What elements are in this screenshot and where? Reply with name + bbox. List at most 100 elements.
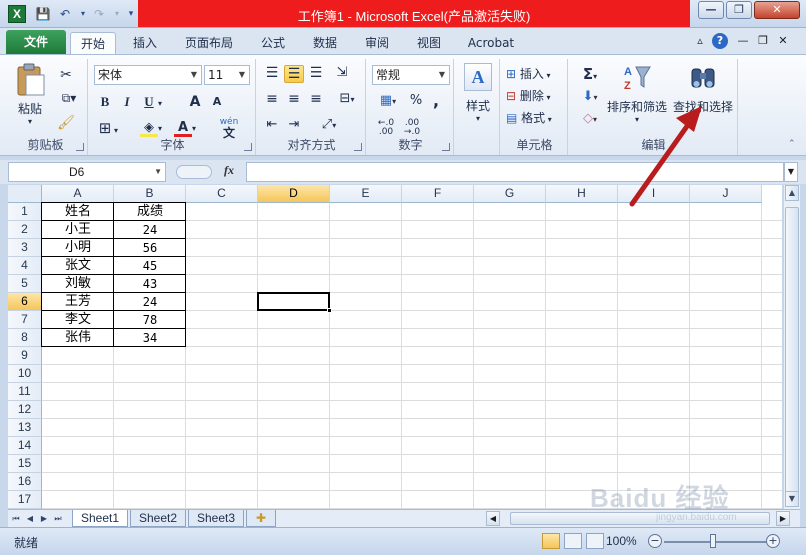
zoom-in-icon[interactable]: + xyxy=(766,534,780,548)
active-cell-selection[interactable] xyxy=(257,292,332,313)
italic-button[interactable]: I xyxy=(118,93,136,111)
workbook-restore-icon[interactable]: ❐ xyxy=(756,33,770,49)
row-header-4[interactable]: 4 xyxy=(8,257,42,275)
zoom-slider-track[interactable] xyxy=(664,541,774,543)
row-header-7[interactable]: 7 xyxy=(8,311,42,329)
horizontal-scrollbar[interactable]: ◀ ▶ xyxy=(486,511,790,526)
first-sheet-icon[interactable]: ⏮ xyxy=(10,512,22,525)
scroll-right-icon[interactable]: ▶ xyxy=(776,511,790,526)
row-header-15[interactable]: 15 xyxy=(8,455,42,473)
table-cell[interactable]: 45 xyxy=(114,257,186,275)
row-header-8[interactable]: 8 xyxy=(8,329,42,347)
tab-data[interactable]: 数据 xyxy=(304,32,346,54)
sheet-tab-sheet3[interactable]: Sheet3 xyxy=(188,510,244,527)
insert-function-button[interactable]: fx xyxy=(224,163,234,178)
column-header-h[interactable]: H xyxy=(546,185,618,203)
row-header-13[interactable]: 13 xyxy=(8,419,42,437)
zoom-level[interactable]: 100% xyxy=(606,534,637,548)
table-header-cell[interactable]: 成绩 xyxy=(114,203,186,221)
workbook-minimize-icon[interactable]: — xyxy=(736,33,750,49)
table-cell[interactable]: 43 xyxy=(114,275,186,293)
table-cell[interactable]: 小王 xyxy=(42,221,114,239)
row-header-5[interactable]: 5 xyxy=(8,275,42,293)
close-button[interactable]: ✕ xyxy=(754,1,800,19)
table-cell[interactable]: 李文 xyxy=(42,311,114,329)
fill-handle[interactable] xyxy=(327,308,332,313)
tab-page-layout[interactable]: 页面布局 xyxy=(176,32,242,54)
comma-style-button[interactable]: , xyxy=(428,91,444,110)
row-header-1[interactable]: 1 xyxy=(8,203,42,221)
tab-file[interactable]: 文件 xyxy=(6,30,66,54)
align-center-icon[interactable]: ≡ xyxy=(284,91,304,107)
fill-icon[interactable]: ⬇▾ xyxy=(576,89,604,104)
table-cell[interactable]: 56 xyxy=(114,239,186,257)
normal-view-icon[interactable] xyxy=(542,533,560,549)
tab-view[interactable]: 视图 xyxy=(408,32,450,54)
tab-home[interactable]: 开始 xyxy=(70,32,116,54)
row-header-3[interactable]: 3 xyxy=(8,239,42,257)
row-header-16[interactable]: 16 xyxy=(8,473,42,491)
collapse-ribbon-caret-icon[interactable]: ⌃ xyxy=(788,139,796,149)
collapse-ribbon-icon[interactable]: ▵ xyxy=(692,33,708,49)
table-cell[interactable]: 王芳 xyxy=(42,293,114,311)
last-sheet-icon[interactable]: ⏭ xyxy=(52,512,64,525)
select-all-corner[interactable] xyxy=(8,185,42,203)
undo-icon[interactable]: ↶ xyxy=(56,5,74,23)
prev-sheet-icon[interactable]: ◀ xyxy=(24,512,36,525)
column-header-c[interactable]: C xyxy=(186,185,258,203)
column-header-b[interactable]: B xyxy=(114,185,186,203)
format-cells-button[interactable]: ▤ 格式 ▾ xyxy=(506,109,566,126)
horizontal-scroll-thumb[interactable] xyxy=(510,512,770,525)
copy-icon[interactable]: ⧉▾ xyxy=(56,91,82,106)
table-cell[interactable]: 78 xyxy=(114,311,186,329)
sort-filter-button[interactable]: A Z 排序和筛选 ▾ xyxy=(606,63,668,124)
row-header-11[interactable]: 11 xyxy=(8,383,42,401)
column-header-e[interactable]: E xyxy=(330,185,402,203)
formula-input[interactable] xyxy=(246,162,784,182)
shrink-font-button[interactable]: A xyxy=(208,93,226,111)
worksheet-grid[interactable]: ABCDEFGHIJ 1 2 3 4 5 6 7 8 9 10 11 12 13 14 15 16 17 姓名成… xyxy=(8,185,782,509)
help-icon[interactable]: ? xyxy=(712,33,728,49)
decrease-decimal-icon[interactable]: .00 →.0 xyxy=(400,119,424,137)
align-middle-icon[interactable]: ☰ xyxy=(284,65,304,83)
format-painter-icon[interactable]: 🖌 xyxy=(56,115,76,131)
column-header-d[interactable]: D xyxy=(258,185,330,203)
row-header-14[interactable]: 14 xyxy=(8,437,42,455)
tab-acrobat[interactable]: Acrobat xyxy=(460,32,522,54)
paste-button[interactable]: 粘贴 ▾ xyxy=(10,63,50,126)
row-header-12[interactable]: 12 xyxy=(8,401,42,419)
column-header-j[interactable]: J xyxy=(690,185,762,203)
vertical-scroll-thumb[interactable] xyxy=(785,207,799,493)
tab-insert[interactable]: 插入 xyxy=(124,32,166,54)
sheet-tab-sheet1[interactable]: Sheet1 xyxy=(72,510,128,527)
merge-center-icon[interactable]: ⊟▾ xyxy=(332,91,362,106)
autosum-button[interactable]: Σ▾ xyxy=(576,65,604,83)
column-header-a[interactable]: A xyxy=(42,185,114,203)
expand-formula-bar-icon[interactable]: ▼ xyxy=(784,162,798,182)
tab-formulas[interactable]: 公式 xyxy=(252,32,294,54)
scroll-up-icon[interactable]: ▲ xyxy=(785,185,799,201)
row-header-17[interactable]: 17 xyxy=(8,491,42,509)
tab-review[interactable]: 审阅 xyxy=(356,32,398,54)
restore-button[interactable]: ❐ xyxy=(726,1,752,19)
find-select-button[interactable]: 查找和选择 xyxy=(670,63,736,115)
column-header-f[interactable]: F xyxy=(402,185,474,203)
delete-cells-button[interactable]: ⊟ 删除 ▾ xyxy=(506,87,566,104)
sheet-tab-sheet2[interactable]: Sheet2 xyxy=(130,510,186,527)
vertical-scrollbar[interactable]: ▲ ▼ xyxy=(783,185,800,509)
align-right-icon[interactable]: ≡ xyxy=(306,91,326,107)
fill-color-icon[interactable]: ◈ ▾ xyxy=(140,119,162,137)
excel-logo-icon[interactable]: X xyxy=(8,5,26,23)
align-left-icon[interactable]: ≡ xyxy=(262,91,282,107)
align-bottom-icon[interactable]: ☰ xyxy=(306,65,326,81)
align-top-icon[interactable]: ☰ xyxy=(262,65,282,81)
clipboard-dialog-launcher[interactable] xyxy=(76,143,84,151)
name-box[interactable]: D6 ▼ xyxy=(8,162,166,182)
increase-indent-icon[interactable]: ⇥ xyxy=(284,117,304,132)
scroll-left-icon[interactable]: ◀ xyxy=(486,511,500,526)
page-break-view-icon[interactable] xyxy=(586,533,604,549)
new-sheet-icon[interactable]: ✚ xyxy=(246,510,276,527)
decrease-indent-icon[interactable]: ⇤ xyxy=(262,117,282,132)
workbook-close-icon[interactable]: ✕ xyxy=(776,33,790,49)
clear-icon[interactable]: ◇▾ xyxy=(576,111,604,126)
